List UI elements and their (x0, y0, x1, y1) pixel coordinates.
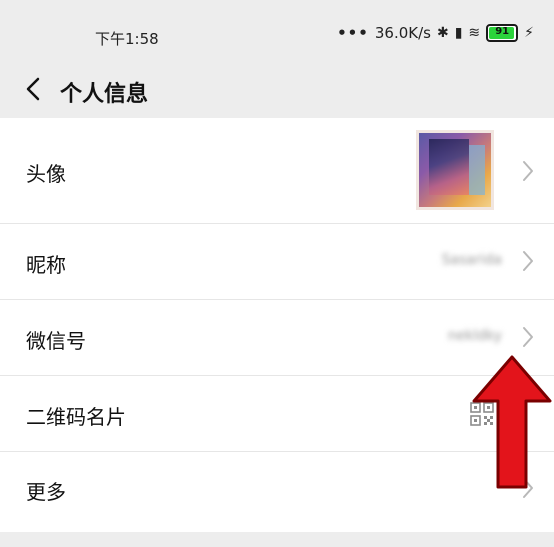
page-title: 个人信息 (60, 82, 149, 107)
back-button[interactable] (18, 72, 48, 106)
network-speed: 36.0K/s (374, 24, 431, 42)
row-more[interactable]: 更多 (0, 452, 554, 527)
chevron-right-icon (523, 327, 533, 347)
row-label: 昵称 (26, 253, 66, 277)
signal-icon: ▮ (454, 25, 463, 41)
chevron-right-icon (523, 478, 533, 498)
status-time: 下午1:58 (95, 30, 159, 48)
chevron-left-icon (26, 77, 40, 101)
row-label: 更多 (26, 480, 66, 504)
chevron-right-icon (523, 251, 533, 271)
bottom-divider (0, 532, 554, 547)
status-indicators: ••• 36.0K/s ✱ ▮ ≋ 91 ⚡ (337, 24, 534, 42)
row-qr-card[interactable]: 二维码名片 (0, 376, 554, 452)
profile-list: 头像 昵称 Sasarida 微信号 nekldky 二维码名片 更多 (0, 118, 554, 527)
row-label: 二维码名片 (26, 405, 126, 429)
wechat-id-value: nekldky (447, 328, 502, 344)
row-label: 微信号 (26, 329, 86, 353)
row-avatar[interactable]: 头像 (0, 118, 554, 224)
qr-code-icon (470, 402, 494, 426)
charging-icon: ⚡ (524, 25, 534, 41)
nickname-value: Sasarida (441, 252, 502, 268)
chevron-right-icon (523, 161, 533, 181)
avatar[interactable] (416, 130, 494, 210)
header: 个人信息 (0, 60, 554, 119)
row-label: 头像 (26, 162, 66, 186)
row-wechat-id[interactable]: 微信号 nekldky (0, 300, 554, 376)
battery-icon: 91 (486, 24, 519, 42)
status-bar: 下午1:58 ••• 36.0K/s ✱ ▮ ≋ 91 ⚡ (0, 0, 554, 60)
dots-icon: ••• (337, 24, 369, 42)
bluetooth-icon: ✱ (436, 25, 449, 41)
battery-level: 91 (495, 26, 510, 37)
row-nickname[interactable]: 昵称 Sasarida (0, 224, 554, 300)
wifi-icon: ≋ (468, 25, 481, 41)
